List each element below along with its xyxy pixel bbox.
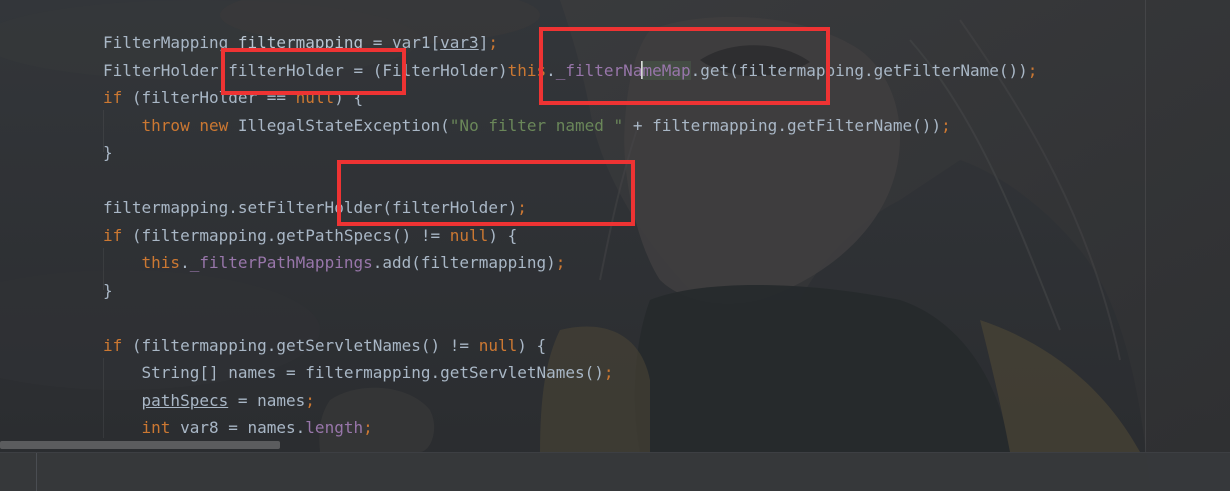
- panel-divider: [36, 453, 37, 491]
- code-token: ;: [488, 33, 498, 52]
- code-token: var8 = names.: [170, 418, 306, 437]
- code-token: }: [103, 143, 113, 162]
- horizontal-scrollbar-thumb[interactable]: [0, 441, 280, 449]
- code-token: var3: [440, 33, 479, 52]
- code-token: (filtermapping.getServletNames() !=: [122, 335, 479, 355]
- code-token: if: [103, 88, 123, 107]
- code-token: ;: [363, 418, 373, 437]
- code-token: ]: [478, 33, 489, 52]
- code-line[interactable]: }: [103, 139, 113, 166]
- code-line[interactable]: throw new IllegalStateException("No filt…: [103, 112, 951, 139]
- code-token: }: [103, 280, 113, 300]
- code-token: + filtermapping.getFilterName()): [623, 115, 942, 135]
- code-token: _filterPathMappings: [189, 253, 373, 272]
- code-token: "No filter named ": [449, 115, 624, 135]
- code-token: if: [103, 335, 123, 355]
- code-token: null: [449, 225, 489, 245]
- code-line[interactable]: if (filtermapping.getServletNames() != n…: [103, 332, 546, 359]
- code-token: .add(filtermapping): [372, 253, 556, 272]
- code-token: FilterMapping: [103, 33, 238, 52]
- code-token: .: [180, 253, 190, 272]
- code-token: ;: [603, 363, 614, 382]
- code-token: IllegalStateException(: [228, 115, 450, 135]
- code-token: throw new: [141, 115, 229, 135]
- code-line[interactable]: this._filterPathMappings.add(filtermappi…: [103, 249, 566, 276]
- code-token: ) {: [488, 225, 518, 245]
- code-token: pathSpecs: [141, 390, 229, 410]
- code-token: ) {: [517, 335, 547, 355]
- bottom-tool-panel: [0, 452, 1230, 491]
- code-token: ;: [1027, 60, 1038, 80]
- code-token: length: [305, 418, 364, 437]
- code-token: String[] names = filtermapping.getServle…: [103, 363, 604, 382]
- code-token: (filtermapping.getPathSpecs() !=: [122, 225, 450, 245]
- code-token: if: [103, 225, 123, 245]
- annotation-box-setfilterholder: [337, 160, 635, 226]
- code-line[interactable]: String[] names = filtermapping.getServle…: [103, 359, 614, 386]
- code-token: ;: [305, 390, 315, 410]
- code-token: this: [141, 253, 181, 272]
- code-token: int: [141, 418, 171, 437]
- code-token: ;: [555, 253, 566, 272]
- code-line[interactable]: }: [103, 277, 113, 304]
- code-token: ;: [941, 115, 951, 135]
- code-line[interactable]: int var8 = names.length;: [103, 414, 373, 441]
- code-token: null: [478, 335, 518, 355]
- code-token: = names: [228, 390, 306, 410]
- annotation-box-filternamemap: [539, 27, 830, 105]
- code-line[interactable]: pathSpecs = names;: [103, 387, 315, 414]
- annotation-box-filterholder: [221, 48, 406, 95]
